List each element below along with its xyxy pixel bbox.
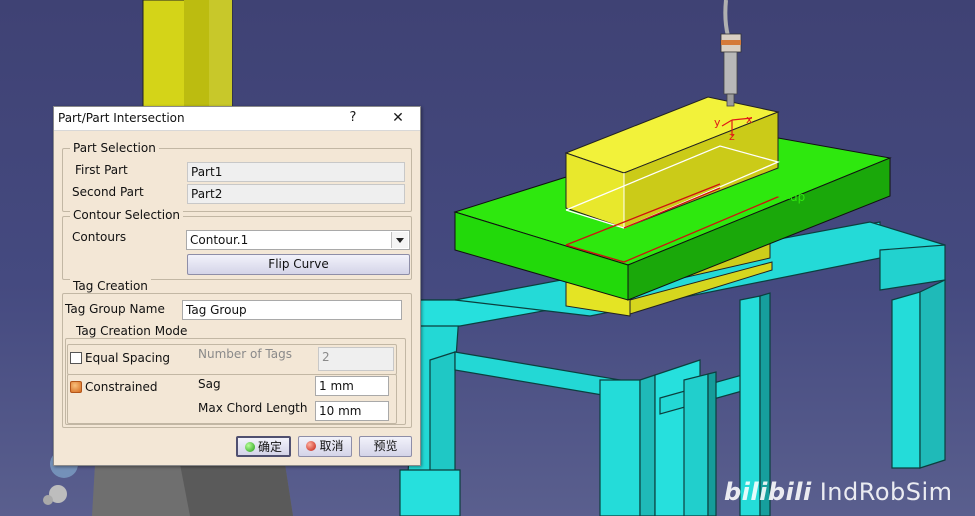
equal-spacing-label[interactable]: Equal Spacing (85, 351, 170, 365)
watermark: bilibili IndRobSim (724, 478, 953, 506)
contours-label: Contours (72, 230, 127, 244)
max-chord-length-input[interactable]: 10 mm (315, 401, 389, 421)
preview-button[interactable]: 预览 (359, 436, 412, 457)
close-button[interactable]: ✕ (387, 108, 409, 128)
chevron-down-icon[interactable] (391, 232, 408, 248)
dialog-titlebar[interactable]: Part/Part Intersection ? ✕ (54, 107, 420, 131)
ok-button[interactable]: 确定 (236, 436, 291, 457)
axis-y-label: y (714, 116, 721, 129)
tag-creation-title: Tag Creation (70, 279, 151, 293)
watermark-text: IndRobSim (819, 478, 953, 506)
tag-creation-mode-title: Tag Creation Mode (73, 324, 191, 338)
tag-group-name-input[interactable]: Tag Group (182, 300, 402, 320)
tool-spindle (720, 0, 742, 107)
first-part-field[interactable]: Part1 (187, 162, 405, 182)
cancel-label: 取消 (319, 439, 344, 453)
ok-label: 确定 (257, 440, 282, 454)
part-selection-title: Part Selection (70, 141, 159, 155)
axis-x-label: x (746, 113, 753, 126)
cancel-icon (306, 441, 317, 451)
yellow-pillar (142, 0, 233, 113)
constrained-label[interactable]: Constrained (85, 380, 158, 394)
ok-icon (244, 442, 255, 452)
cancel-button[interactable]: 取消 (298, 436, 352, 457)
second-part-field[interactable]: Part2 (187, 184, 405, 204)
constrained-checkbox[interactable] (70, 381, 82, 393)
flip-curve-button[interactable]: Flip Curve (187, 254, 410, 275)
second-part-label: Second Part (72, 185, 144, 199)
contours-value: Contour.1 (190, 233, 249, 247)
number-of-tags-label: Number of Tags (198, 347, 292, 361)
tag-group-name-label: Tag Group Name (65, 302, 165, 316)
axis-z-label: z (729, 130, 735, 143)
contours-combo[interactable]: Contour.1 (186, 230, 410, 250)
dialog-title: Part/Part Intersection (58, 111, 185, 125)
bilibili-logo: bilibili (724, 478, 812, 506)
part-part-intersection-dialog: Part/Part Intersection ? ✕ Part Selectio… (53, 106, 421, 466)
equal-spacing-checkbox[interactable] (70, 352, 82, 364)
tag-label: dp (790, 190, 805, 204)
sag-label: Sag (198, 377, 221, 391)
help-button[interactable]: ? (342, 108, 364, 128)
number-of-tags-input[interactable]: 2 (318, 347, 394, 371)
sag-input[interactable]: 1 mm (315, 376, 389, 396)
first-part-label: First Part (75, 163, 128, 177)
max-chord-length-label: Max Chord Length (198, 401, 308, 415)
contour-selection-title: Contour Selection (70, 208, 184, 222)
